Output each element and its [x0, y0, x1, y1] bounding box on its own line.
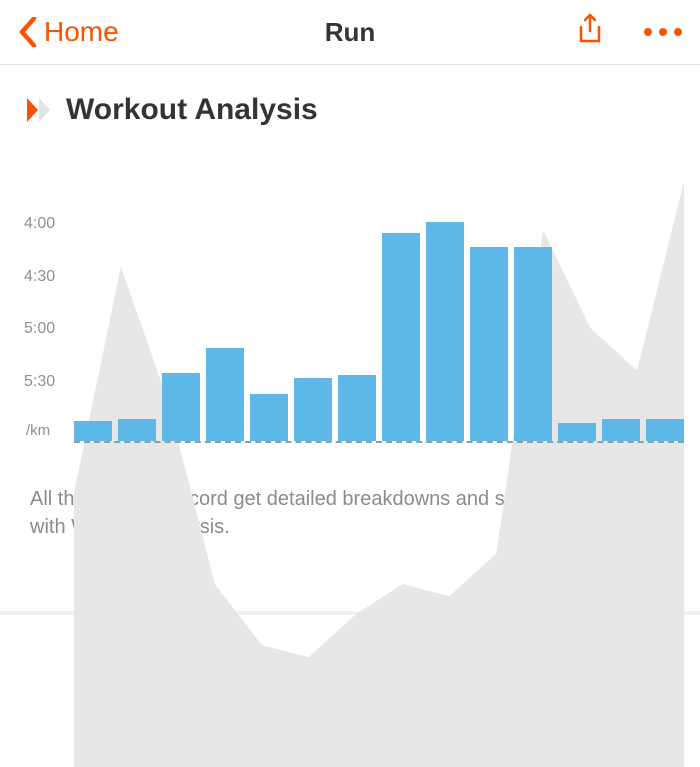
pace-bar: [206, 348, 244, 441]
dot-icon: [659, 28, 667, 36]
pace-bar: [382, 233, 420, 442]
pace-chart: 4:00 4:30 5:00 5:30 /km: [16, 157, 684, 457]
pace-bar: [646, 419, 684, 441]
header-actions: [576, 13, 682, 52]
y-tick-label: 5:00: [24, 320, 55, 338]
page-title: Run: [325, 17, 376, 48]
y-tick-label: 5:30: [24, 373, 55, 391]
chevrons-right-icon: [26, 96, 52, 124]
dot-icon: [644, 28, 652, 36]
pace-bar: [162, 373, 200, 441]
dot-icon: [674, 28, 682, 36]
app-header: Home Run: [0, 0, 700, 65]
back-label: Home: [44, 16, 119, 48]
pace-bar: [118, 419, 156, 441]
pace-bar: [558, 423, 596, 441]
back-button[interactable]: Home: [18, 16, 119, 48]
y-axis-unit: /km: [26, 422, 50, 439]
y-axis-labels: 4:00 4:30 5:00 5:30: [24, 157, 70, 435]
bars-container: [74, 157, 684, 443]
y-tick-label: 4:00: [24, 215, 55, 233]
more-button[interactable]: [644, 28, 682, 36]
pace-bar: [74, 421, 112, 441]
chevron-left-icon: [18, 17, 38, 47]
pace-bar: [294, 378, 332, 441]
analysis-card: Workout Analysis 4:004:305:005:30 /km Al…: [0, 65, 700, 593]
pace-bar: [426, 222, 464, 441]
pace-bar: [470, 247, 508, 441]
pace-bar: [250, 394, 288, 441]
share-icon: [576, 13, 604, 47]
y-tick-label: 4:30: [24, 268, 55, 286]
share-button[interactable]: [576, 13, 604, 52]
chart-plot-area: [74, 157, 684, 443]
pace-bar: [514, 247, 552, 441]
pace-bar: [338, 375, 376, 442]
section-header: Workout Analysis: [26, 93, 674, 127]
pace-bar: [602, 419, 640, 441]
section-title: Workout Analysis: [66, 93, 318, 127]
